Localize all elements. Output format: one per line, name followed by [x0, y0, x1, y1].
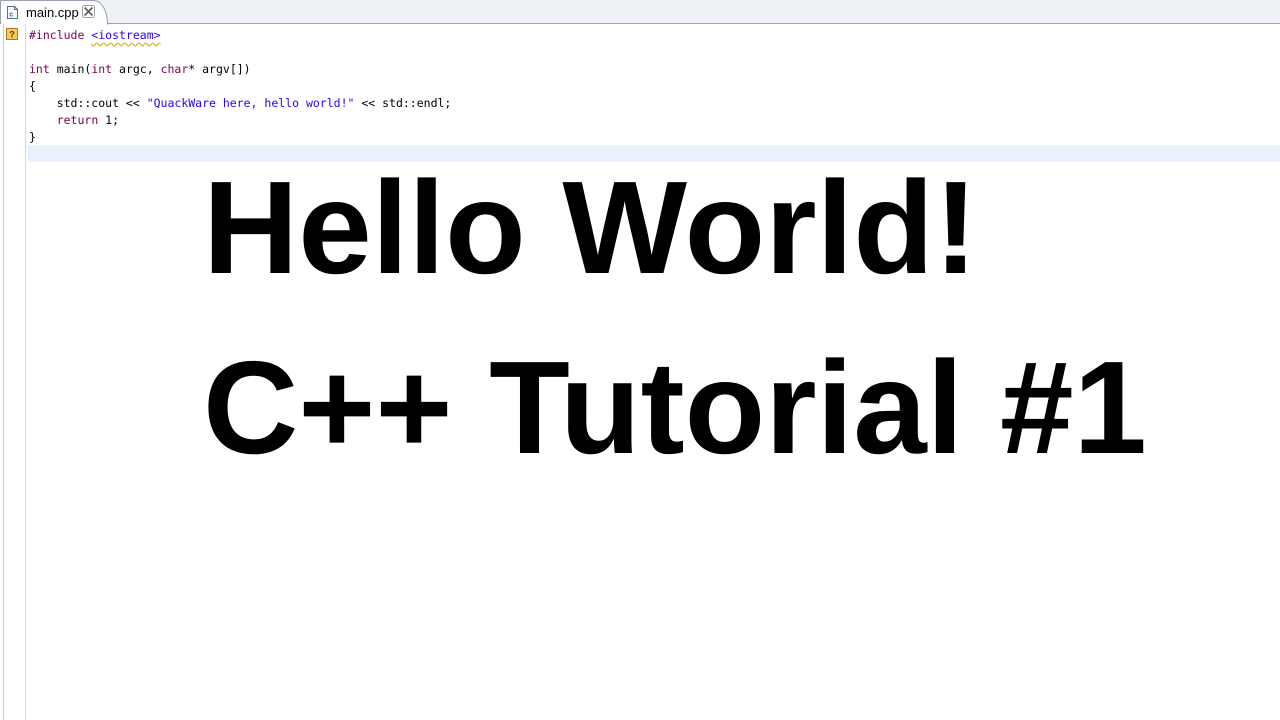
- code-token: argc,: [112, 62, 161, 76]
- close-icon[interactable]: [82, 5, 95, 18]
- cpp-file-icon: c: [7, 6, 18, 19]
- code-line[interactable]: std::cout << "QuackWare here, hello worl…: [29, 95, 452, 112]
- tab-filename: main.cpp: [26, 5, 79, 20]
- svg-text:?: ?: [9, 30, 15, 40]
- source-code[interactable]: #include <iostream> int main(int argc, c…: [29, 27, 451, 163]
- code-line[interactable]: #include <iostream>: [29, 27, 451, 44]
- warning-help-icon[interactable]: ?: [6, 28, 18, 40]
- code-token: main(: [49, 62, 92, 76]
- svg-text:c: c: [9, 12, 13, 19]
- code-token: 1;: [98, 113, 120, 127]
- code-line[interactable]: }: [29, 129, 451, 146]
- code-token: {: [29, 79, 36, 93]
- code-token: return: [56, 113, 99, 127]
- overlay-title-line-1: Hello World!: [203, 154, 978, 301]
- code-token: "QuackWare here, hello world!": [146, 96, 355, 110]
- code-token: int: [29, 62, 50, 76]
- annotation-ruler: ?: [0, 24, 20, 720]
- ruler-divider: [3, 24, 4, 720]
- code-line[interactable]: int main(int argc, char* argv[]): [29, 61, 451, 78]
- code-token: <iostream>: [91, 28, 161, 42]
- editor-tab-bar: c main.cpp: [0, 0, 1280, 25]
- code-line[interactable]: [29, 44, 451, 61]
- code-token: << std::endl;: [354, 96, 452, 110]
- code-line[interactable]: return 1;: [29, 112, 451, 129]
- code-token: * argv[]): [188, 62, 251, 76]
- code-token: #include: [29, 28, 85, 42]
- code-token: std::cout <<: [29, 96, 147, 110]
- code-token: char: [160, 62, 189, 76]
- code-line[interactable]: {: [29, 78, 451, 95]
- code-token: int: [91, 62, 113, 76]
- gutter-divider: [25, 24, 26, 720]
- code-token: }: [29, 130, 36, 144]
- overlay-title-line-2: C++ Tutorial #1: [203, 334, 1147, 481]
- tab-main-cpp[interactable]: c main.cpp: [0, 0, 108, 25]
